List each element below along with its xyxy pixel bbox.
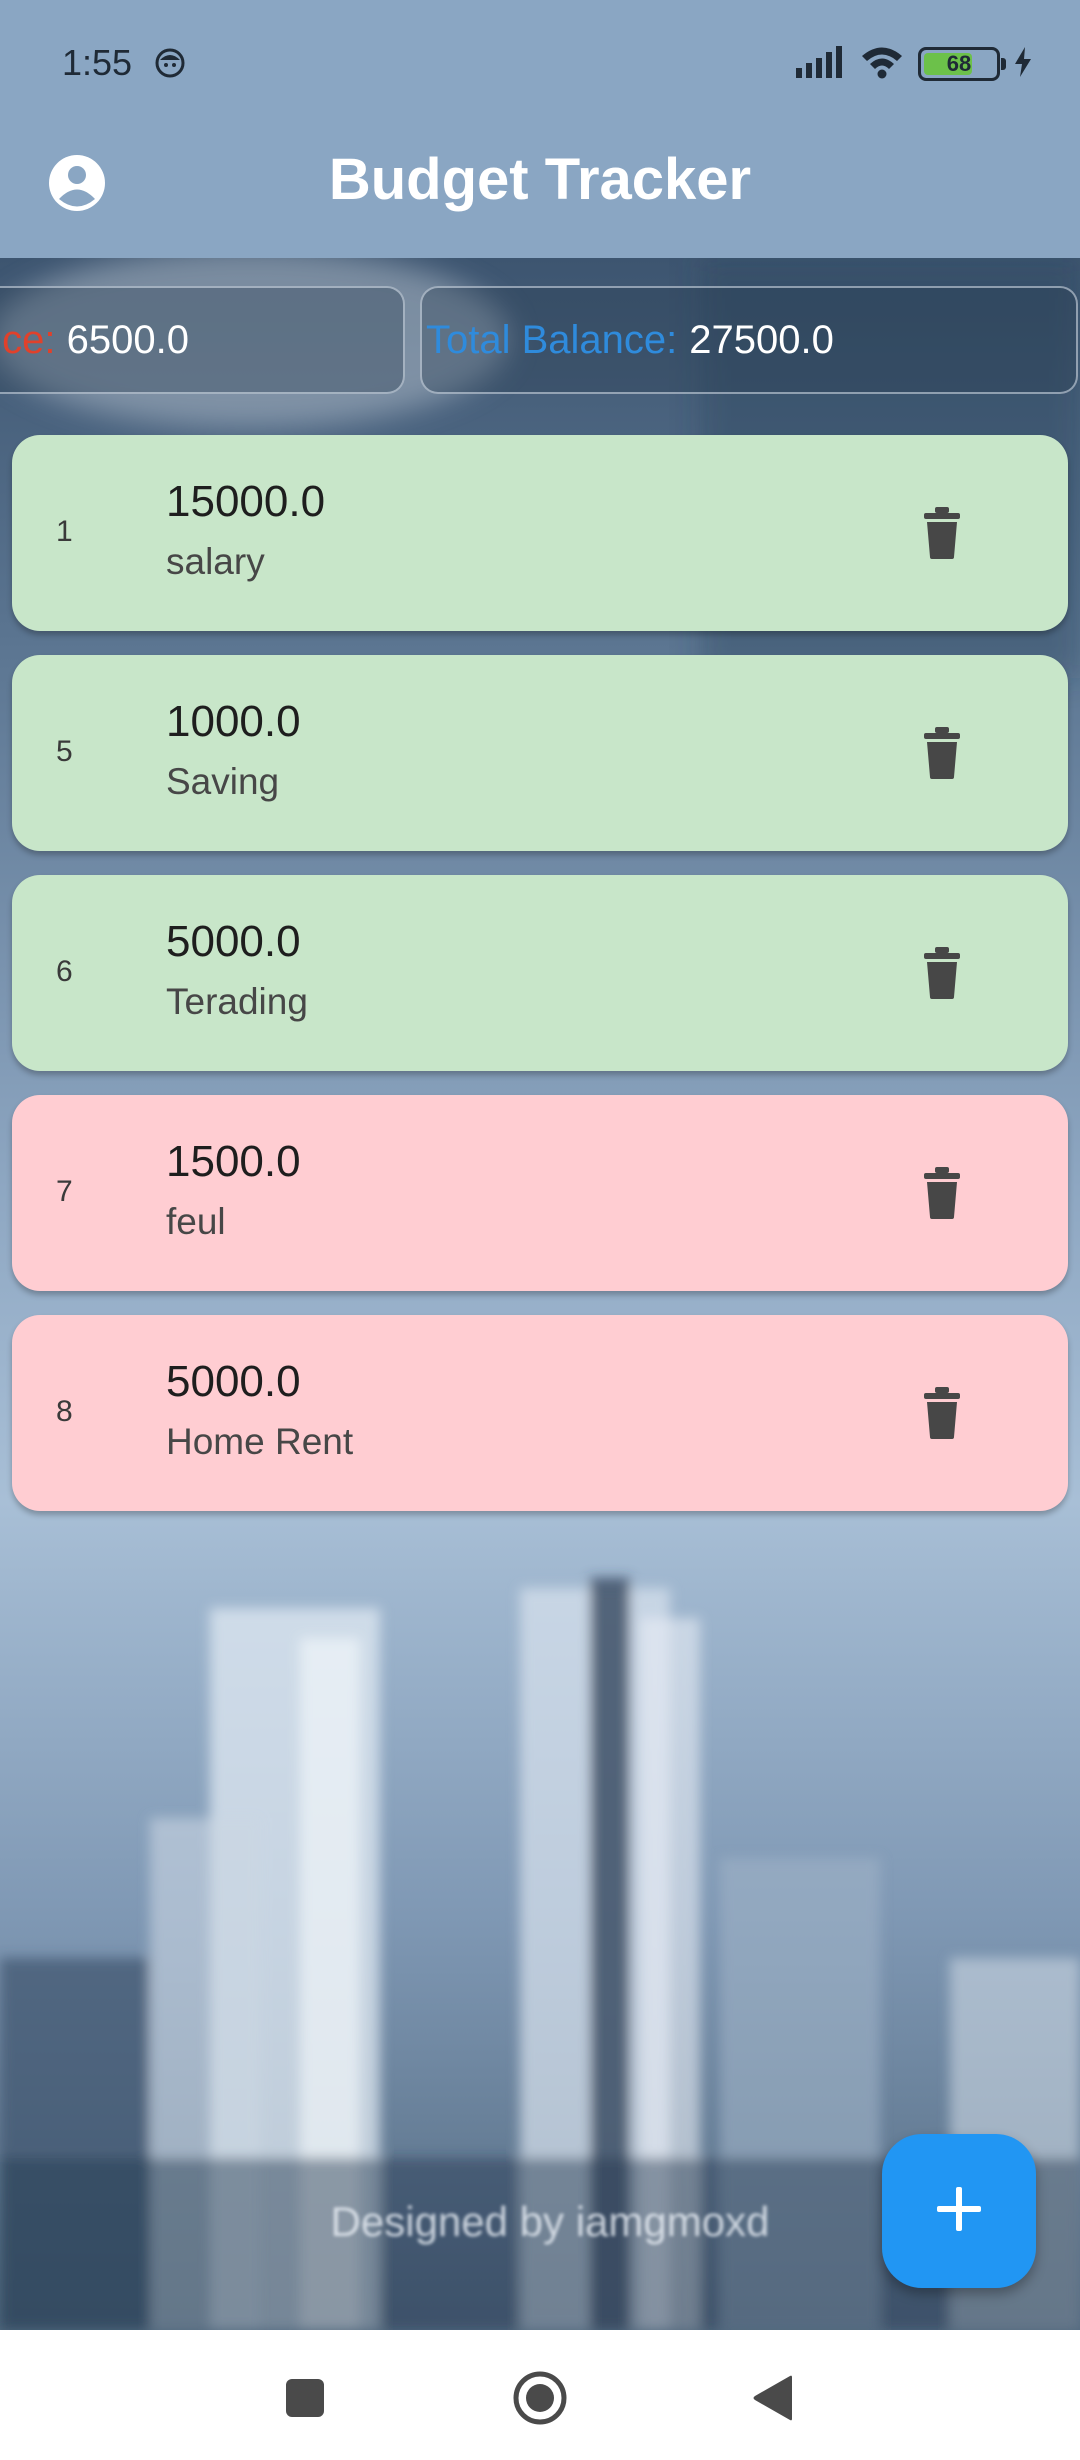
transaction-card-7[interactable]: 7 1500.0 feul: [12, 1095, 1068, 1291]
wifi-icon: [860, 45, 904, 84]
transaction-index: 5: [56, 735, 73, 768]
transaction-description: salary: [166, 541, 265, 582]
delete-icon[interactable]: [912, 503, 972, 563]
transaction-card-6[interactable]: 6 5000.0 Terading: [12, 875, 1068, 1071]
balance-summary-card: Total Balance: 27500.0: [420, 286, 1078, 394]
charging-icon: [1014, 46, 1032, 82]
face-icon: [155, 48, 185, 78]
home-circle-icon[interactable]: [512, 2370, 568, 2426]
transaction-amount: 5000.0: [166, 1357, 301, 1406]
expense-summary-value: 6500.0: [66, 317, 189, 362]
transaction-card-5[interactable]: 5 1000.0 Saving: [12, 655, 1068, 851]
add-transaction-button[interactable]: [882, 2134, 1036, 2288]
recents-square-icon[interactable]: [277, 2370, 333, 2426]
transaction-amount: 15000.0: [166, 477, 326, 526]
delete-icon[interactable]: [912, 943, 972, 1003]
balance-summary-label: Total Balance:: [426, 317, 678, 362]
transaction-card-1[interactable]: 1 15000.0 salary: [12, 435, 1068, 631]
back-triangle-icon[interactable]: [745, 2370, 801, 2426]
app-bar: Budget Tracker: [0, 130, 1080, 258]
balance-summary-value: 27500.0: [689, 317, 834, 362]
transaction-index: 1: [56, 515, 73, 548]
transaction-description: feul: [166, 1201, 226, 1242]
designer-watermark: Designed by iamgmoxd: [330, 2198, 770, 2245]
status-icons: 68: [796, 44, 1032, 84]
transaction-description: Terading: [166, 981, 308, 1022]
transaction-description: Saving: [166, 761, 280, 802]
signal-icon: [796, 45, 846, 83]
plus-icon: [937, 2186, 981, 2236]
transaction-index: 6: [56, 955, 73, 988]
expense-summary-card: ce: 6500.0: [0, 286, 405, 394]
system-nav-bar: [0, 2330, 1080, 2460]
delete-icon[interactable]: [912, 1163, 972, 1223]
battery-icon: 68: [918, 47, 1006, 81]
transaction-amount: 1500.0: [166, 1137, 301, 1186]
transaction-description: Home Rent: [166, 1421, 354, 1462]
transaction-index: 7: [56, 1175, 73, 1208]
transaction-amount: 5000.0: [166, 917, 301, 966]
transaction-card-8[interactable]: 8 5000.0 Home Rent: [12, 1315, 1068, 1511]
page-title: Budget Tracker: [328, 147, 752, 212]
transaction-index: 8: [56, 1395, 73, 1428]
expense-summary-label: ce:: [2, 317, 56, 362]
delete-icon[interactable]: [912, 723, 972, 783]
delete-icon[interactable]: [912, 1383, 972, 1443]
transaction-amount: 1000.0: [166, 697, 301, 746]
status-time: 1:55: [62, 42, 133, 83]
battery-level: 68: [946, 51, 972, 76]
summary-strip[interactable]: ce: 6500.0 Total Balance: 27500.0: [0, 286, 1080, 396]
status-bar: 1:55 68: [0, 0, 1080, 130]
